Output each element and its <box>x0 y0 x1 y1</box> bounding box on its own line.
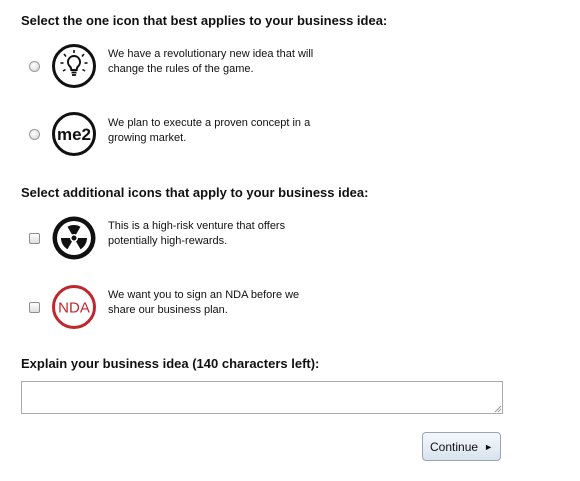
option-text: This is a high-risk venture that offers … <box>108 220 286 247</box>
option-text: We want you to sign an NDA before we sha… <box>108 289 300 316</box>
lightbulb-icon <box>52 44 96 88</box>
continue-button-label: Continue <box>430 439 479 454</box>
radiation-icon <box>52 216 96 260</box>
option-revolutionary-idea[interactable]: We have a revolutionary new idea that wi… <box>0 38 580 98</box>
radio-proven-concept[interactable] <box>29 129 40 140</box>
checkbox-nda[interactable] <box>29 302 40 313</box>
option-text: We have a revolutionary new idea that wi… <box>108 48 314 75</box>
option-proven-concept[interactable]: me2 We plan to execute a proven concept … <box>0 106 580 166</box>
option-high-risk[interactable]: This is a high-risk venture that offers … <box>0 210 580 270</box>
option-text: We plan to execute a proven concept in a… <box>108 117 311 144</box>
option-nda[interactable]: NDA We want you to sign an NDA before we… <box>0 278 580 338</box>
me2-icon-label: me2 <box>57 125 91 144</box>
checkbox-high-risk[interactable] <box>29 233 40 244</box>
radio-revolutionary-idea[interactable] <box>29 61 40 72</box>
play-arrow-icon: ► <box>484 441 493 452</box>
business-idea-textarea[interactable] <box>21 381 503 414</box>
section-two-heading: Select additional icons that apply to yo… <box>21 185 369 200</box>
explain-label: Explain your business idea (140 characte… <box>21 356 320 371</box>
me2-icon: me2 <box>52 112 96 156</box>
section-one-heading: Select the one icon that best applies to… <box>21 13 388 28</box>
nda-icon-label: NDA <box>58 300 90 317</box>
nda-icon: NDA <box>52 285 96 329</box>
continue-button[interactable]: Continue ► <box>422 432 501 461</box>
